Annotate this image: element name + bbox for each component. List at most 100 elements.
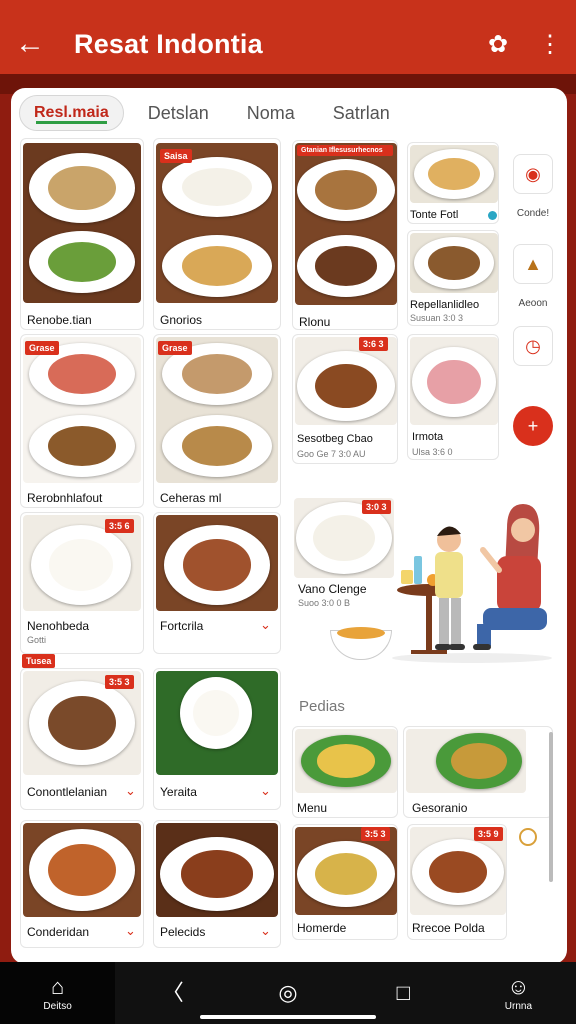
food-card-label: Gnorios — [160, 313, 203, 327]
tab-satrlan[interactable]: Satrlan — [319, 95, 404, 132]
people-illustration — [392, 504, 552, 663]
food-card[interactable]: Renobe.tian — [20, 138, 144, 330]
food-card-label: Nenohbeda — [27, 619, 90, 633]
side-icon-label: Conde! — [516, 208, 550, 219]
arrow-left-icon[interactable]: ← — [0, 14, 60, 74]
chevron-down-icon[interactable]: ⌄ — [260, 617, 271, 633]
flower-icon[interactable]: ✿ — [472, 14, 524, 74]
food-card-label: Sesotbeg Cbao — [297, 433, 373, 445]
food-image — [156, 143, 278, 303]
nav-profile[interactable]: ☺ Urnna — [461, 962, 576, 1024]
info-dot — [488, 211, 497, 220]
food-card-label: Fortcrila — [160, 619, 204, 633]
food-card[interactable]: Gesoranio — [403, 726, 553, 818]
chevron-down-icon[interactable]: ⌄ — [125, 923, 136, 939]
food-image — [410, 233, 498, 293]
food-card-label: Repellanlidleo — [410, 299, 480, 311]
food-card[interactable]: Fortcrila ⌄ — [153, 512, 281, 654]
food-card-label: Homerde — [297, 921, 347, 935]
food-card-subtitle: Ulsa 3:6 0 — [412, 447, 453, 457]
square-icon: □ — [396, 980, 410, 1005]
tab-reslmaia[interactable]: Resl.maia — [19, 95, 124, 131]
food-card-label: Menu — [297, 801, 328, 815]
add-icon[interactable]: + — [513, 406, 553, 446]
food-image — [23, 143, 141, 303]
food-image — [295, 143, 397, 305]
chevron-down-icon[interactable]: ⌄ — [125, 783, 136, 799]
chevron-down-icon[interactable]: ⌄ — [260, 783, 271, 799]
food-card-label: Conderidan — [27, 925, 90, 939]
food-card-label: Rerobnhlafout — [27, 491, 103, 505]
food-card-subtitle: Susuan 3:0 3 — [410, 313, 464, 323]
food-card[interactable]: Pelecids ⌄ — [153, 820, 281, 948]
food-card[interactable]: Conderidan ⌄ — [20, 820, 144, 948]
badge: Saisa — [160, 149, 192, 163]
food-card[interactable]: Menu — [292, 726, 398, 818]
tomato-icon[interactable]: ◉ — [513, 154, 553, 194]
badge: 3:5 3 — [105, 675, 134, 689]
food-card-label: Irmota — [412, 431, 444, 443]
food-card[interactable]: Grase Ceheras ml — [153, 334, 281, 508]
home-icon: ⌂ — [50, 973, 65, 999]
timer-icon[interactable] — [519, 828, 537, 846]
food-card[interactable]: Grase Rerobnhlafout — [20, 334, 144, 508]
section-title: Pedias — [299, 698, 345, 715]
bowl-illustration — [330, 627, 392, 660]
badge: 3:5 3 — [361, 827, 390, 841]
nav-label: Deitso — [43, 1000, 72, 1012]
page-title: Resat Indontia — [74, 28, 263, 59]
food-image — [406, 729, 526, 793]
food-card-label: Gesoranio — [412, 801, 468, 815]
food-image — [156, 515, 278, 611]
chevron-down-icon[interactable]: ⌄ — [260, 923, 271, 939]
food-image — [156, 671, 278, 775]
food-card-label: Rrecoe Polda — [412, 921, 485, 935]
timer-icon[interactable]: ◷ — [513, 326, 553, 366]
food-image — [156, 337, 278, 483]
food-card[interactable]: Saisa Gnorios — [153, 138, 281, 330]
badge: 3:5 9 — [474, 827, 503, 841]
food-card-label: Tonte Fotl — [410, 209, 459, 221]
food-card-label: Vano Clenge — [298, 582, 367, 596]
nav-home[interactable]: ⌂ Deitso — [0, 962, 116, 1024]
more-vert-icon[interactable]: ⋮ — [524, 14, 576, 74]
food-image — [156, 823, 278, 917]
spice-icon[interactable]: ▲ — [513, 244, 553, 284]
badge: Grase — [25, 341, 59, 355]
food-card-label: Yeraita — [160, 785, 197, 799]
food-card[interactable]: 3:5 3 Conontlelanian ⌄ — [20, 668, 144, 810]
food-image — [410, 337, 498, 425]
tag-badge: Tusea — [22, 654, 56, 668]
food-card[interactable]: 3:5 6 Nenohbeda Gotti — [20, 512, 144, 654]
food-card[interactable]: Irmota Ulsa 3:6 0 — [407, 334, 499, 460]
food-card[interactable]: Repellanlidleo Susuan 3:0 3 — [407, 230, 499, 326]
food-card[interactable]: 3:0 3 Vano Clenge Suoo 3:0 0 B — [292, 490, 557, 666]
food-card-label: Ceheras ml — [160, 491, 222, 505]
scrollbar[interactable] — [549, 732, 553, 882]
food-card[interactable]: 3:5 9 Rrecoe Polda — [407, 824, 507, 940]
food-card[interactable]: Tonte Fotl — [407, 142, 499, 224]
badge: 3:6 3 — [359, 337, 388, 351]
status-bar — [0, 0, 576, 14]
food-card-label: Renobe.tian — [27, 313, 92, 327]
food-card-subtitle: Gotti — [27, 635, 47, 645]
badge: Gtanian Iflesusurhecnos — [297, 145, 393, 156]
badge: Grase — [158, 341, 192, 355]
user-icon: ☺ — [507, 973, 530, 999]
tab-detslan[interactable]: Detslan — [134, 95, 223, 132]
food-card-label: Rlonu — [299, 315, 331, 329]
food-image — [23, 823, 141, 917]
badge: 3:5 6 — [105, 519, 134, 533]
nav-label: Urnna — [504, 1000, 533, 1012]
app-bar: ← Resat Indontia ✿ ⋮ — [0, 14, 576, 74]
tab-noma[interactable]: Noma — [233, 95, 309, 132]
food-card[interactable]: 3:6 3 Sesotbeg Cbao Goo Ge 7 3:0 AU — [292, 334, 398, 464]
food-card-subtitle: Suoo 3:0 0 B — [298, 598, 351, 608]
food-card-label: Conontlelanian — [27, 785, 108, 799]
food-card[interactable]: Gtanian Iflesusurhecnos Rlonu — [292, 140, 398, 330]
food-image — [410, 145, 498, 203]
food-card[interactable]: Yeraita ⌄ — [153, 668, 281, 810]
content-panel: Resl.maia Detslan Noma Satrlan Renobe.ti… — [11, 88, 567, 964]
home-indicator — [200, 1015, 376, 1019]
food-card[interactable]: 3:5 3 Homerde — [292, 824, 398, 940]
